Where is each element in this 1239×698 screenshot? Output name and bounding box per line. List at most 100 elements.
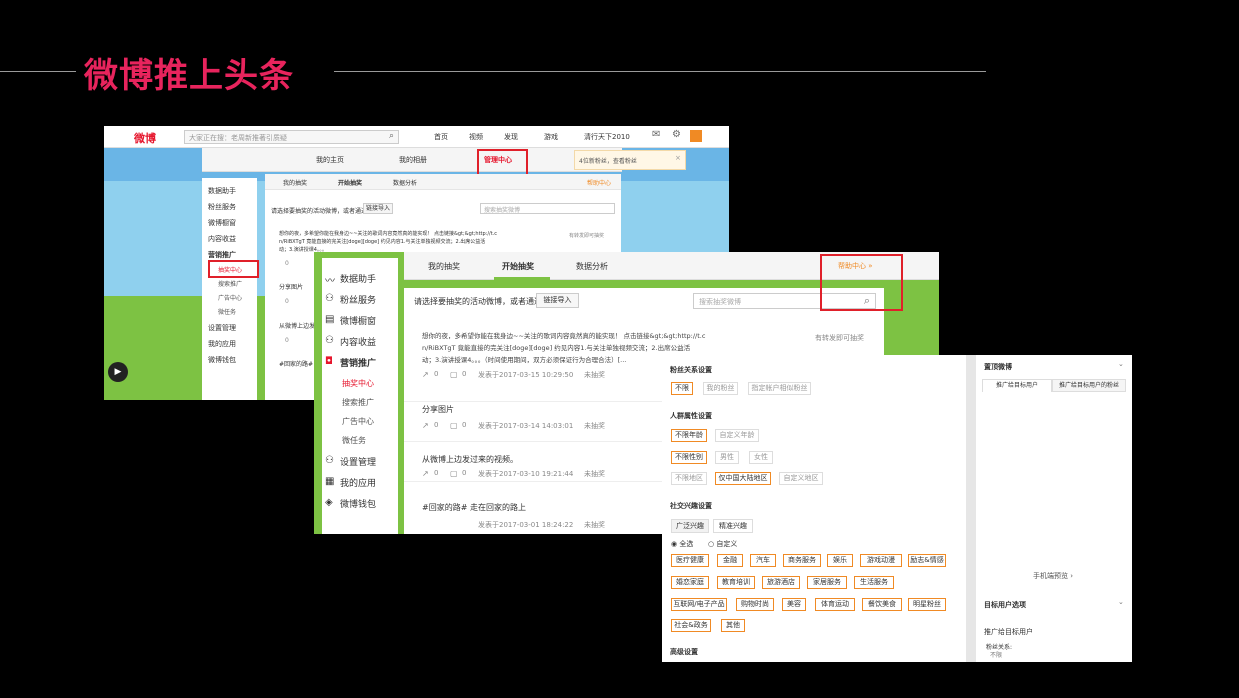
s1-post4: #回家的路# 走在回家的路上 <box>279 361 319 368</box>
s1-link-import-button[interactable]: 链接导入 <box>363 203 393 214</box>
radio-all[interactable]: ◉ 全选 <box>671 539 693 549</box>
chevron-down-icon[interactable]: ⌄ <box>1118 360 1124 368</box>
area-option[interactable]: 不限地区 <box>671 472 707 485</box>
comment-icon: ▢ <box>450 370 458 379</box>
s1-side-item[interactable]: 设置管理 <box>208 323 236 333</box>
age-option[interactable]: 不限年龄 <box>671 429 707 442</box>
comment-icon: ▢ <box>450 469 458 478</box>
s2-side-content-income[interactable]: 内容收益 <box>340 335 376 348</box>
chevron-down-icon[interactable]: ⌄ <box>1118 598 1124 606</box>
gender-option[interactable]: 不限性别 <box>671 451 707 464</box>
s2-side-wallet[interactable]: 微博钱包 <box>340 497 376 510</box>
s1-side-subitem[interactable]: 搜索推广 <box>218 279 242 288</box>
radio-icon: ○ <box>708 540 715 548</box>
mobile-preview-link[interactable]: 手机端预览 › <box>1033 571 1073 581</box>
settings-user-icon: ⚇ <box>325 455 334 466</box>
s1-post2: 分享图片 <box>279 284 304 291</box>
interest-tag[interactable]: 医疗健康 <box>671 554 709 567</box>
share-icon: ↗ <box>422 421 429 430</box>
close-icon[interactable]: × <box>675 154 681 162</box>
s1-side-item[interactable]: 粉丝服务 <box>208 202 236 212</box>
compose-icon[interactable] <box>690 130 702 142</box>
interest-tag[interactable]: 互联网/电子产品 <box>671 598 727 611</box>
s2-link-import-button[interactable]: 链接导入 <box>536 293 579 308</box>
radio-custom[interactable]: ○ 自定义 <box>708 539 737 549</box>
fans-option[interactable]: 指定帐户相似粉丝 <box>748 382 811 395</box>
interest-tag[interactable]: 家居服务 <box>807 576 847 589</box>
play-icon[interactable]: ▶ <box>108 362 128 382</box>
s2-side-micro-task[interactable]: 微任务 <box>342 435 366 446</box>
interest-tag[interactable]: 体育运动 <box>815 598 855 611</box>
s1-side-subitem[interactable]: 广告中心 <box>218 293 242 302</box>
s1-side-item[interactable]: 数据助手 <box>208 186 236 196</box>
section-fans-relation: 粉丝关系设置 <box>670 366 712 374</box>
gender-option[interactable]: 女性 <box>749 451 773 464</box>
s1-tab-data-analysis[interactable]: 数据分析 <box>393 178 417 187</box>
s2-side-data-assistant[interactable]: 数据助手 <box>340 272 376 285</box>
panel-tab-target-users[interactable]: 推广给目标用户 <box>982 379 1052 392</box>
interest-tag[interactable]: 餐饮美食 <box>862 598 902 611</box>
panel-tab-target-fans[interactable]: 推广给目标用户的粉丝 <box>1052 379 1126 392</box>
s1-side-item[interactable]: 营销推广 <box>208 250 236 260</box>
s2-tab-start-lottery[interactable]: 开始抽奖 <box>502 261 534 272</box>
s1-side-item[interactable]: 我的应用 <box>208 339 236 349</box>
interest-tag[interactable]: 旅游酒店 <box>762 576 800 589</box>
area-option[interactable]: 仅中国大陆地区 <box>715 472 771 485</box>
interest-tag[interactable]: 金融 <box>717 554 743 567</box>
nav-home[interactable]: 首页 <box>434 132 448 142</box>
interest-tag[interactable]: 教育培训 <box>717 576 755 589</box>
nav-video[interactable]: 视频 <box>469 132 483 142</box>
interest-tag[interactable]: 明星粉丝 <box>908 598 946 611</box>
nav-game[interactable]: 游戏 <box>544 132 558 142</box>
s1-tab-my-lottery[interactable]: 我的抽奖 <box>283 178 307 187</box>
s1-help-link[interactable]: 帮助中心 <box>587 178 611 187</box>
search-icon[interactable]: ⌕ <box>389 131 394 141</box>
s2-tab-data-analysis[interactable]: 数据分析 <box>576 261 608 272</box>
interest-tag[interactable]: 励志&情感 <box>908 554 946 567</box>
interest-tag[interactable]: 购物时尚 <box>736 598 774 611</box>
s2-side-settings[interactable]: 设置管理 <box>340 455 376 468</box>
interest-tag[interactable]: 汽车 <box>750 554 776 567</box>
gender-option[interactable]: 男性 <box>715 451 739 464</box>
interest-tag[interactable]: 商务服务 <box>783 554 821 567</box>
s2-side-lottery-center[interactable]: 抽奖中心 <box>342 378 374 389</box>
s2-side-showcase[interactable]: 微博橱窗 <box>340 314 376 327</box>
s1-tab-start-lottery[interactable]: 开始抽奖 <box>338 178 362 187</box>
interest-tag[interactable]: 婚恋家庭 <box>671 576 709 589</box>
gear-icon[interactable]: ⚙ <box>672 129 681 140</box>
interest-tab-precise[interactable]: 精准兴趣 <box>713 519 753 533</box>
s2-side-marketing[interactable]: 营销推广 <box>340 356 376 369</box>
interest-tag[interactable]: 社会&政务 <box>671 619 711 632</box>
slide-title: 微博推上头条 <box>84 56 294 96</box>
s1-side-item[interactable]: 微博钱包 <box>208 355 236 365</box>
fans-option[interactable]: 我的粉丝 <box>703 382 738 395</box>
nav-username[interactable]: 清行天下2010 <box>584 132 630 142</box>
s2-side-my-apps[interactable]: 我的应用 <box>340 476 376 489</box>
s2-tab-my-lottery[interactable]: 我的抽奖 <box>428 261 460 272</box>
area-option[interactable]: 自定义地区 <box>779 472 823 485</box>
interest-tag[interactable]: 生活服务 <box>854 576 894 589</box>
s1-side-item[interactable]: 微博橱窗 <box>208 218 236 228</box>
tab-my-home[interactable]: 我的主页 <box>316 155 344 165</box>
tab-my-album[interactable]: 我的相册 <box>399 155 427 165</box>
s1-count: 0 <box>285 298 289 305</box>
s1-sidebar: 数据助手 粉丝服务 微博橱窗 内容收益 营销推广 抽奖中心 搜索推广 广告中心 … <box>202 178 257 400</box>
weibo-search-input[interactable]: 大家正在搜：老周新推著引质疑 ⌕ <box>184 130 399 144</box>
fans-option[interactable]: 不限 <box>671 382 693 395</box>
interest-tag[interactable]: 美容 <box>782 598 806 611</box>
nav-discover[interactable]: 发现 <box>504 132 518 142</box>
s1-side-item[interactable]: 内容收益 <box>208 234 236 244</box>
interest-tag[interactable]: 娱乐 <box>827 554 853 567</box>
s1-subtabs: 我的抽奖 开始抽奖 数据分析 帮助中心 <box>265 174 621 190</box>
s2-side-ad-center[interactable]: 广告中心 <box>342 416 374 427</box>
interest-tab-broad[interactable]: 广泛兴趣 <box>671 519 709 533</box>
mail-icon[interactable]: ✉ <box>652 129 660 140</box>
s1-post1-line2: n/RiBXTgT 竟能直接的完关注[doge][doge] 约见内容1.与关注… <box>279 239 486 245</box>
interest-tag[interactable]: 游戏动漫 <box>860 554 902 567</box>
s1-lottery-search[interactable]: 搜索抽奖微博 <box>480 203 615 214</box>
interest-tag[interactable]: 其他 <box>721 619 745 632</box>
s2-side-search-promo[interactable]: 搜索推广 <box>342 397 374 408</box>
age-option[interactable]: 自定义年龄 <box>715 429 759 442</box>
s1-side-subitem[interactable]: 微任务 <box>218 307 236 316</box>
s2-side-fan-service[interactable]: 粉丝服务 <box>340 293 376 306</box>
